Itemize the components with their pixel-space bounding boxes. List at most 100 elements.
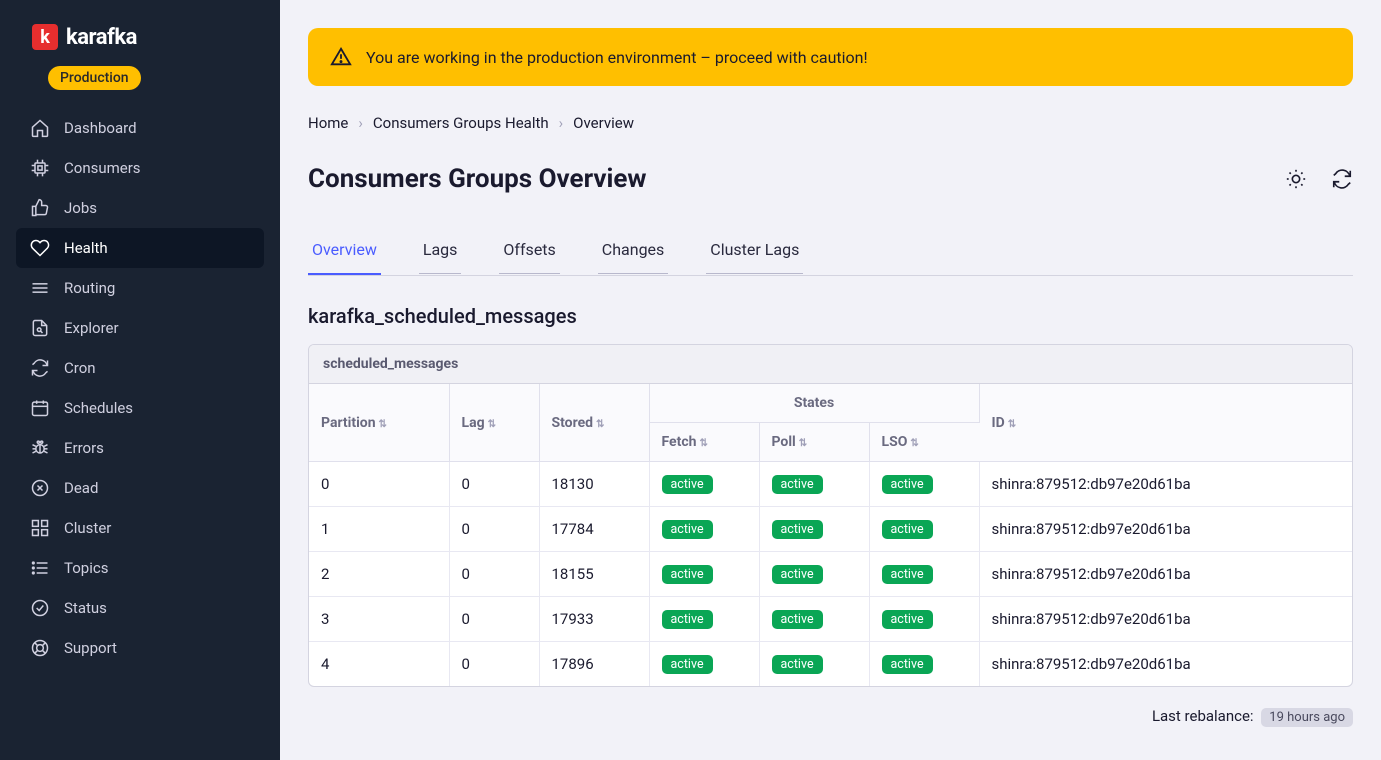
col-poll[interactable]: Poll⇅	[759, 423, 869, 462]
tab-cluster-lags[interactable]: Cluster Lags	[706, 230, 803, 275]
cell-stored: 17933	[539, 597, 649, 642]
cell-poll: active	[759, 462, 869, 507]
warning-icon	[330, 46, 352, 68]
env-badge: Production	[48, 66, 141, 90]
page-actions	[1285, 168, 1353, 190]
home-icon	[30, 118, 50, 138]
breadcrumb-item[interactable]: Consumers Groups Health	[373, 114, 549, 132]
sidebar-item-consumers[interactable]: Consumers	[0, 148, 280, 188]
status-badge: active	[882, 610, 933, 629]
sidebar-item-label: Errors	[64, 439, 104, 457]
breadcrumb-item: Overview	[573, 114, 634, 132]
refresh-icon[interactable]	[1331, 168, 1353, 190]
cell-partition: 0	[309, 462, 449, 507]
tab-lags[interactable]: Lags	[419, 230, 462, 275]
status-badge: active	[882, 655, 933, 674]
sort-icon: ⇅	[596, 419, 604, 430]
sidebar-item-status[interactable]: Status	[0, 588, 280, 628]
status-badge: active	[882, 475, 933, 494]
life-buoy-icon	[30, 638, 50, 658]
theme-toggle-icon[interactable]	[1285, 168, 1307, 190]
tab-offsets[interactable]: Offsets	[499, 230, 559, 275]
cell-fetch: active	[649, 597, 759, 642]
cell-id: shinra:879512:db97e20d61ba	[979, 507, 1352, 552]
sidebar-item-label: Schedules	[64, 399, 133, 417]
sidebar-item-dead[interactable]: Dead	[0, 468, 280, 508]
sidebar-item-routing[interactable]: Routing	[0, 268, 280, 308]
chevron-right-icon: ›	[559, 114, 564, 132]
cell-poll: active	[759, 642, 869, 687]
sidebar-item-health[interactable]: Health	[16, 228, 264, 268]
col-stored[interactable]: Stored⇅	[539, 384, 649, 462]
sidebar-item-cluster[interactable]: Cluster	[0, 508, 280, 548]
cell-lag: 0	[449, 597, 539, 642]
sidebar-item-cron[interactable]: Cron	[0, 348, 280, 388]
refresh-icon	[30, 358, 50, 378]
brand-logo-icon: k	[32, 24, 58, 50]
col-fetch[interactable]: Fetch⇅	[649, 423, 759, 462]
sidebar-item-label: Jobs	[64, 199, 97, 217]
sidebar-item-label: Health	[64, 239, 108, 257]
col-lag[interactable]: Lag⇅	[449, 384, 539, 462]
cpu-icon	[30, 158, 50, 178]
col-id[interactable]: ID⇅	[979, 384, 1352, 462]
sidebar-item-label: Dashboard	[64, 119, 137, 137]
tabs: Overview Lags Offsets Changes Cluster Lags	[308, 230, 1353, 276]
sort-icon: ⇅	[699, 438, 707, 449]
status-badge: active	[772, 565, 823, 584]
cell-stored: 17896	[539, 642, 649, 687]
sidebar-item-errors[interactable]: Errors	[0, 428, 280, 468]
cell-lag: 0	[449, 462, 539, 507]
tab-changes[interactable]: Changes	[598, 230, 669, 275]
cell-poll: active	[759, 507, 869, 552]
cell-partition: 1	[309, 507, 449, 552]
footer-badge: 19 hours ago	[1261, 708, 1353, 727]
status-badge: active	[772, 610, 823, 629]
sidebar-item-jobs[interactable]: Jobs	[0, 188, 280, 228]
table-row: 1017784activeactiveactiveshinra:879512:d…	[309, 507, 1352, 552]
status-badge: active	[662, 475, 713, 494]
cell-lso: active	[869, 552, 979, 597]
sidebar-item-label: Explorer	[64, 319, 119, 337]
heart-icon	[30, 238, 50, 258]
sidebar-item-topics[interactable]: Topics	[0, 548, 280, 588]
cell-id: shinra:879512:db97e20d61ba	[979, 642, 1352, 687]
breadcrumb-item[interactable]: Home	[308, 114, 348, 132]
cell-id: shinra:879512:db97e20d61ba	[979, 552, 1352, 597]
sort-icon: ⇅	[910, 438, 918, 449]
check-circle-icon	[30, 598, 50, 618]
col-lso[interactable]: LSO⇅	[869, 423, 979, 462]
calendar-icon	[30, 398, 50, 418]
section-title: karafka_scheduled_messages	[308, 304, 1353, 328]
cell-partition: 2	[309, 552, 449, 597]
sidebar-item-explorer[interactable]: Explorer	[0, 308, 280, 348]
sidebar-item-label: Topics	[64, 559, 108, 577]
cell-stored: 18155	[539, 552, 649, 597]
status-badge: active	[662, 655, 713, 674]
col-states: States	[649, 384, 979, 423]
sort-icon: ⇅	[799, 438, 807, 449]
cell-lag: 0	[449, 642, 539, 687]
cell-fetch: active	[649, 552, 759, 597]
col-partition[interactable]: Partition⇅	[309, 384, 449, 462]
sidebar-item-dashboard[interactable]: Dashboard	[0, 108, 280, 148]
cell-fetch: active	[649, 507, 759, 552]
cell-fetch: active	[649, 642, 759, 687]
sidebar-item-label: Status	[64, 599, 107, 617]
warning-banner: You are working in the production enviro…	[308, 28, 1353, 86]
table: scheduled_messages Partition⇅ Lag⇅ Store…	[308, 344, 1353, 687]
sidebar-item-support[interactable]: Support	[0, 628, 280, 668]
tab-overview[interactable]: Overview	[308, 230, 381, 275]
sidebar-item-label: Support	[64, 639, 117, 657]
brand[interactable]: k karafka	[0, 24, 280, 66]
status-badge: active	[772, 475, 823, 494]
sidebar-item-schedules[interactable]: Schedules	[0, 388, 280, 428]
cell-lag: 0	[449, 507, 539, 552]
cell-lso: active	[869, 642, 979, 687]
table-row: 2018155activeactiveactiveshinra:879512:d…	[309, 552, 1352, 597]
cell-poll: active	[759, 552, 869, 597]
cell-id: shinra:879512:db97e20d61ba	[979, 462, 1352, 507]
table-row: 4017896activeactiveactiveshinra:879512:d…	[309, 642, 1352, 687]
table-row: 3017933activeactiveactiveshinra:879512:d…	[309, 597, 1352, 642]
status-badge: active	[662, 565, 713, 584]
